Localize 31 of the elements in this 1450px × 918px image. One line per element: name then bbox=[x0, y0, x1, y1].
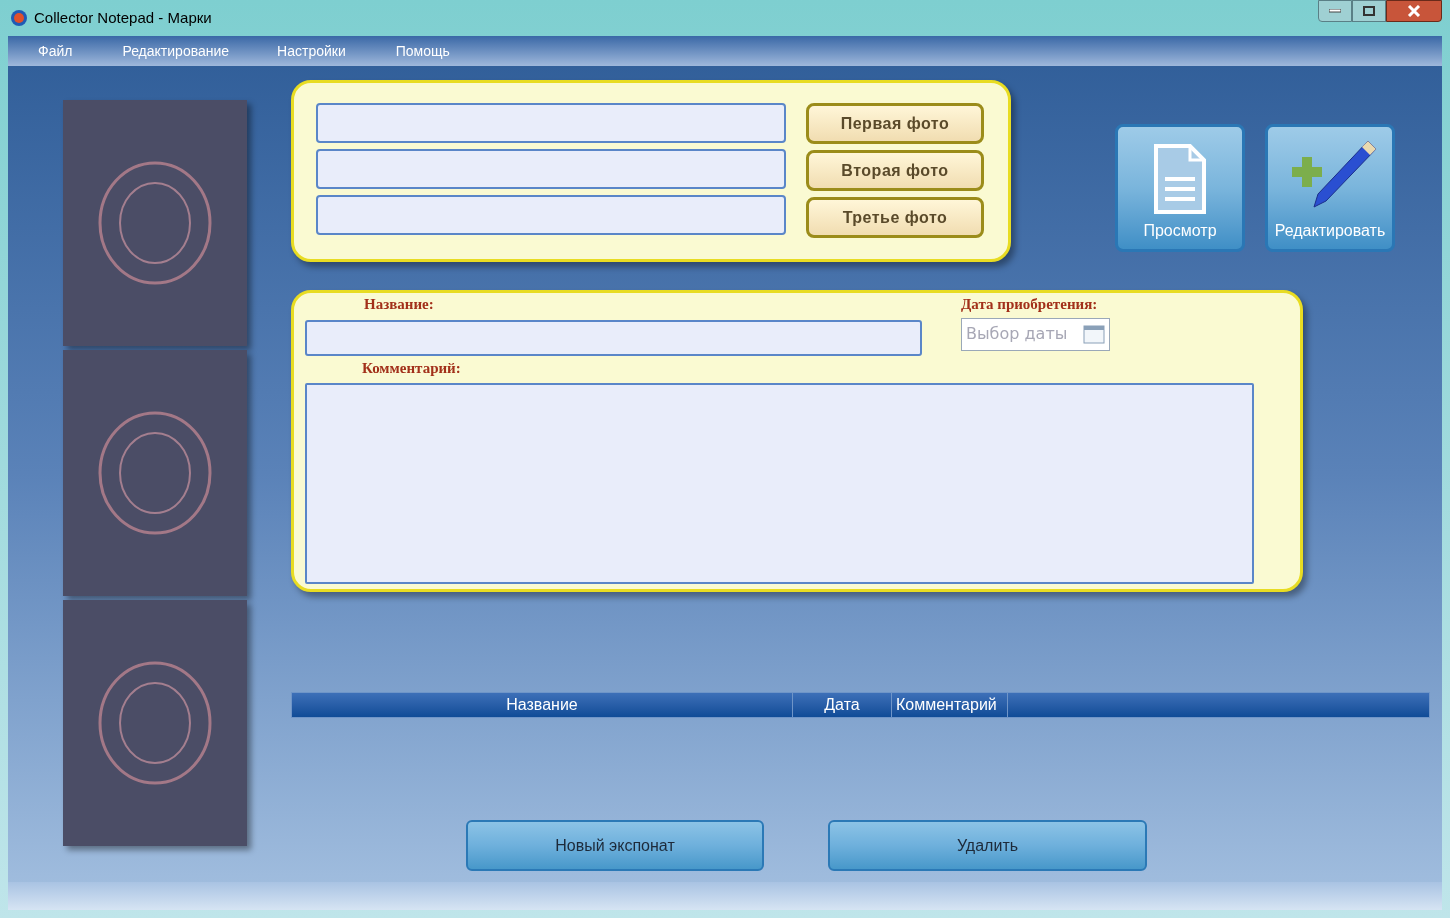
path-input-field[interactable] bbox=[316, 103, 786, 143]
column-header[interactable]: Комментарий bbox=[892, 693, 1008, 717]
menu-item[interactable]: Файл bbox=[38, 40, 73, 62]
name-input-field[interactable] bbox=[305, 319, 922, 356]
maximize-icon bbox=[1363, 6, 1375, 16]
menu-item[interactable]: Помощь bbox=[395, 40, 450, 62]
comment-label: Комментарий: bbox=[362, 358, 462, 378]
minimize-icon bbox=[1329, 9, 1341, 13]
photo-button[interactable]: Первая фото bbox=[806, 103, 984, 144]
menu-item[interactable]: Настройки bbox=[277, 40, 346, 62]
name-label: Название: bbox=[364, 295, 435, 314]
path-input-field[interactable] bbox=[316, 149, 786, 189]
maximize-button[interactable] bbox=[1352, 0, 1386, 22]
menu-item[interactable]: Редактирование bbox=[122, 40, 230, 62]
delete-button[interactable]: Удалить bbox=[828, 820, 1147, 871]
edit-button[interactable]: Редактировать bbox=[1265, 124, 1395, 252]
app-logo-icon bbox=[10, 9, 28, 27]
comment-text-area[interactable] bbox=[305, 383, 1254, 584]
photo-button[interactable]: Вторая фото bbox=[806, 150, 984, 191]
column-header[interactable]: Дата bbox=[793, 693, 892, 717]
column-header[interactable]: Название bbox=[292, 693, 793, 717]
window-title: Collector Notepad - Марки bbox=[34, 7, 212, 28]
view-button[interactable]: Просмотр bbox=[1115, 124, 1245, 252]
document-icon bbox=[1153, 143, 1207, 215]
date-label: Дата приобретения: bbox=[961, 295, 1099, 314]
path-input-field[interactable] bbox=[316, 195, 786, 235]
close-button[interactable] bbox=[1386, 0, 1442, 22]
new-item-button[interactable]: Новый экспонат bbox=[466, 820, 764, 871]
calendar-icon bbox=[1083, 324, 1105, 344]
photo-button[interactable]: Третье фото bbox=[806, 197, 984, 238]
close-icon bbox=[1407, 5, 1421, 17]
